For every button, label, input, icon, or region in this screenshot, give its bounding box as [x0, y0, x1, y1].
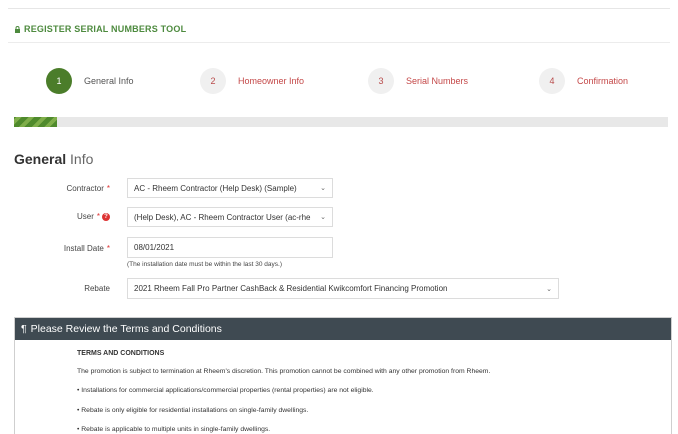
required-marker: * — [96, 212, 100, 221]
chevron-down-icon: ⌄ — [320, 214, 326, 221]
user-label-text: User — [76, 212, 94, 221]
terms-line: • Rebate is only eligible for residentia… — [77, 407, 309, 414]
lock-icon — [14, 25, 21, 33]
rebate-select[interactable]: 2021 Rheem Fall Pro Partner CashBack & R… — [127, 278, 559, 299]
terms-panel: ¶ Please Review the Terms and Conditions… — [14, 317, 672, 434]
chevron-down-icon: ⌄ — [320, 185, 326, 192]
contractor-select[interactable]: AC - Rheem Contractor (Help Desk) (Sampl… — [127, 178, 333, 198]
install-date-value: 08/01/2021 — [134, 243, 175, 252]
terms-line: The promotion is subject to termination … — [77, 368, 491, 375]
top-divider — [8, 8, 670, 9]
progress-bar — [14, 117, 668, 127]
chevron-down-icon: ⌄ — [546, 285, 552, 293]
section-title-light: Info — [70, 151, 94, 167]
section-title: General Info — [14, 151, 93, 167]
section-title-bold: General — [14, 151, 67, 167]
rebate-value: 2021 Rheem Fall Pro Partner CashBack & R… — [134, 284, 448, 293]
contractor-label-text: Contractor — [66, 184, 104, 193]
tool-title: REGISTER SERIAL NUMBERS TOOL — [24, 24, 187, 34]
tool-header: REGISTER SERIAL NUMBERS TOOL — [14, 24, 186, 34]
rebate-label-wrap: Rebate — [14, 284, 110, 296]
step-serial-numbers[interactable]: 3 Serial Numbers — [368, 68, 468, 94]
step-label: Serial Numbers — [406, 76, 469, 86]
user-label: User *? — [77, 212, 110, 221]
step-general-info[interactable]: 1 General Info — [46, 68, 134, 94]
required-marker: * — [106, 184, 110, 193]
step-confirmation[interactable]: 4 Confirmation — [539, 68, 628, 94]
install-date-label: Install Date * — [64, 244, 110, 253]
contractor-label: Contractor * — [67, 184, 110, 193]
required-marker: * — [106, 244, 110, 253]
step-number: 1 — [46, 68, 72, 94]
step-number: 4 — [539, 68, 565, 94]
contractor-label-wrap: Contractor * — [14, 184, 110, 196]
install-date-label-wrap: Install Date * — [14, 244, 110, 256]
header-divider — [8, 42, 670, 43]
user-value: (Help Desk), AC - Rheem Contractor User … — [134, 212, 311, 222]
rebate-label: Rebate — [84, 284, 110, 293]
step-number: 2 — [200, 68, 226, 94]
progress-fill — [14, 117, 57, 127]
user-label-wrap: User *? — [14, 212, 110, 224]
wizard-steps: 1 General Info 2 Homeowner Info 3 Serial… — [0, 68, 678, 98]
install-date-hint: (The installation date must be within th… — [127, 261, 282, 268]
terms-line: • Installations for commercial applicati… — [77, 387, 374, 394]
user-select[interactable]: (Help Desk), AC - Rheem Contractor User … — [127, 207, 333, 227]
terms-panel-title: Please Review the Terms and Conditions — [30, 323, 222, 335]
terms-panel-header[interactable]: ¶ Please Review the Terms and Conditions — [15, 318, 671, 340]
step-label: Confirmation — [577, 76, 629, 86]
contractor-value: AC - Rheem Contractor (Help Desk) (Sampl… — [134, 183, 297, 193]
step-number: 3 — [368, 68, 394, 94]
step-label: Homeowner Info — [238, 76, 305, 86]
step-label: General Info — [84, 76, 134, 86]
help-icon[interactable]: ? — [102, 212, 110, 221]
install-date-input[interactable]: 08/01/2021 — [127, 237, 333, 258]
install-date-label-text: Install Date — [63, 244, 104, 253]
step-homeowner-info[interactable]: 2 Homeowner Info — [200, 68, 304, 94]
terms-body: TERMS AND CONDITIONS The promotion is su… — [15, 340, 671, 433]
terms-heading: TERMS AND CONDITIONS — [77, 350, 165, 357]
paragraph-icon: ¶ — [21, 323, 27, 335]
terms-line: • Rebate is applicable to multiple units… — [77, 426, 271, 433]
